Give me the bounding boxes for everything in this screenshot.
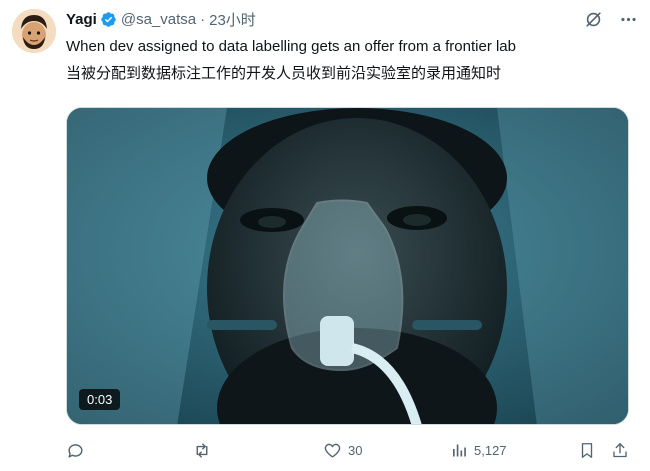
like-count: 30 [348,442,363,458]
bookmark-icon [581,442,593,458]
views-button[interactable]: 5,127 [450,437,507,463]
tweet-action-bar: 30 5,127 [58,437,650,463]
author-name[interactable]: Yagi [66,11,97,28]
video-frame-image [67,108,628,424]
tweet-header: Yagi @sa_vatsa · 23小时 [66,8,638,30]
tweet-text-english: When dev assigned to data labelling gets… [66,38,516,55]
bookmark-button[interactable] [578,437,596,463]
header-icons [584,10,638,29]
view-count: 5,127 [474,442,507,458]
video-duration-badge: 0:03 [79,389,121,410]
heart-icon [324,443,341,458]
share-button[interactable] [611,437,629,463]
avatar-cartoon-icon [12,9,56,53]
reply-button[interactable] [66,437,91,463]
video-player[interactable]: 0:03 [66,107,629,425]
like-button[interactable]: 30 [323,437,362,463]
verified-badge-icon [100,11,117,28]
more-options-icon[interactable] [619,10,638,29]
tweet-text-translated: 当被分配到数据标注工作的开发人员收到前沿实验室的录用通知时 [66,65,502,82]
grok-icon[interactable] [584,10,603,29]
author-avatar[interactable] [12,9,56,53]
repost-button[interactable] [192,437,218,463]
views-chart-icon [453,444,466,456]
separator-dot: · [200,10,206,28]
reply-icon [68,443,83,458]
author-handle[interactable]: @sa_vatsa [121,11,196,28]
share-icon [613,442,627,457]
tweet-timestamp[interactable]: 23小时 [209,9,256,30]
repost-icon [196,442,208,458]
